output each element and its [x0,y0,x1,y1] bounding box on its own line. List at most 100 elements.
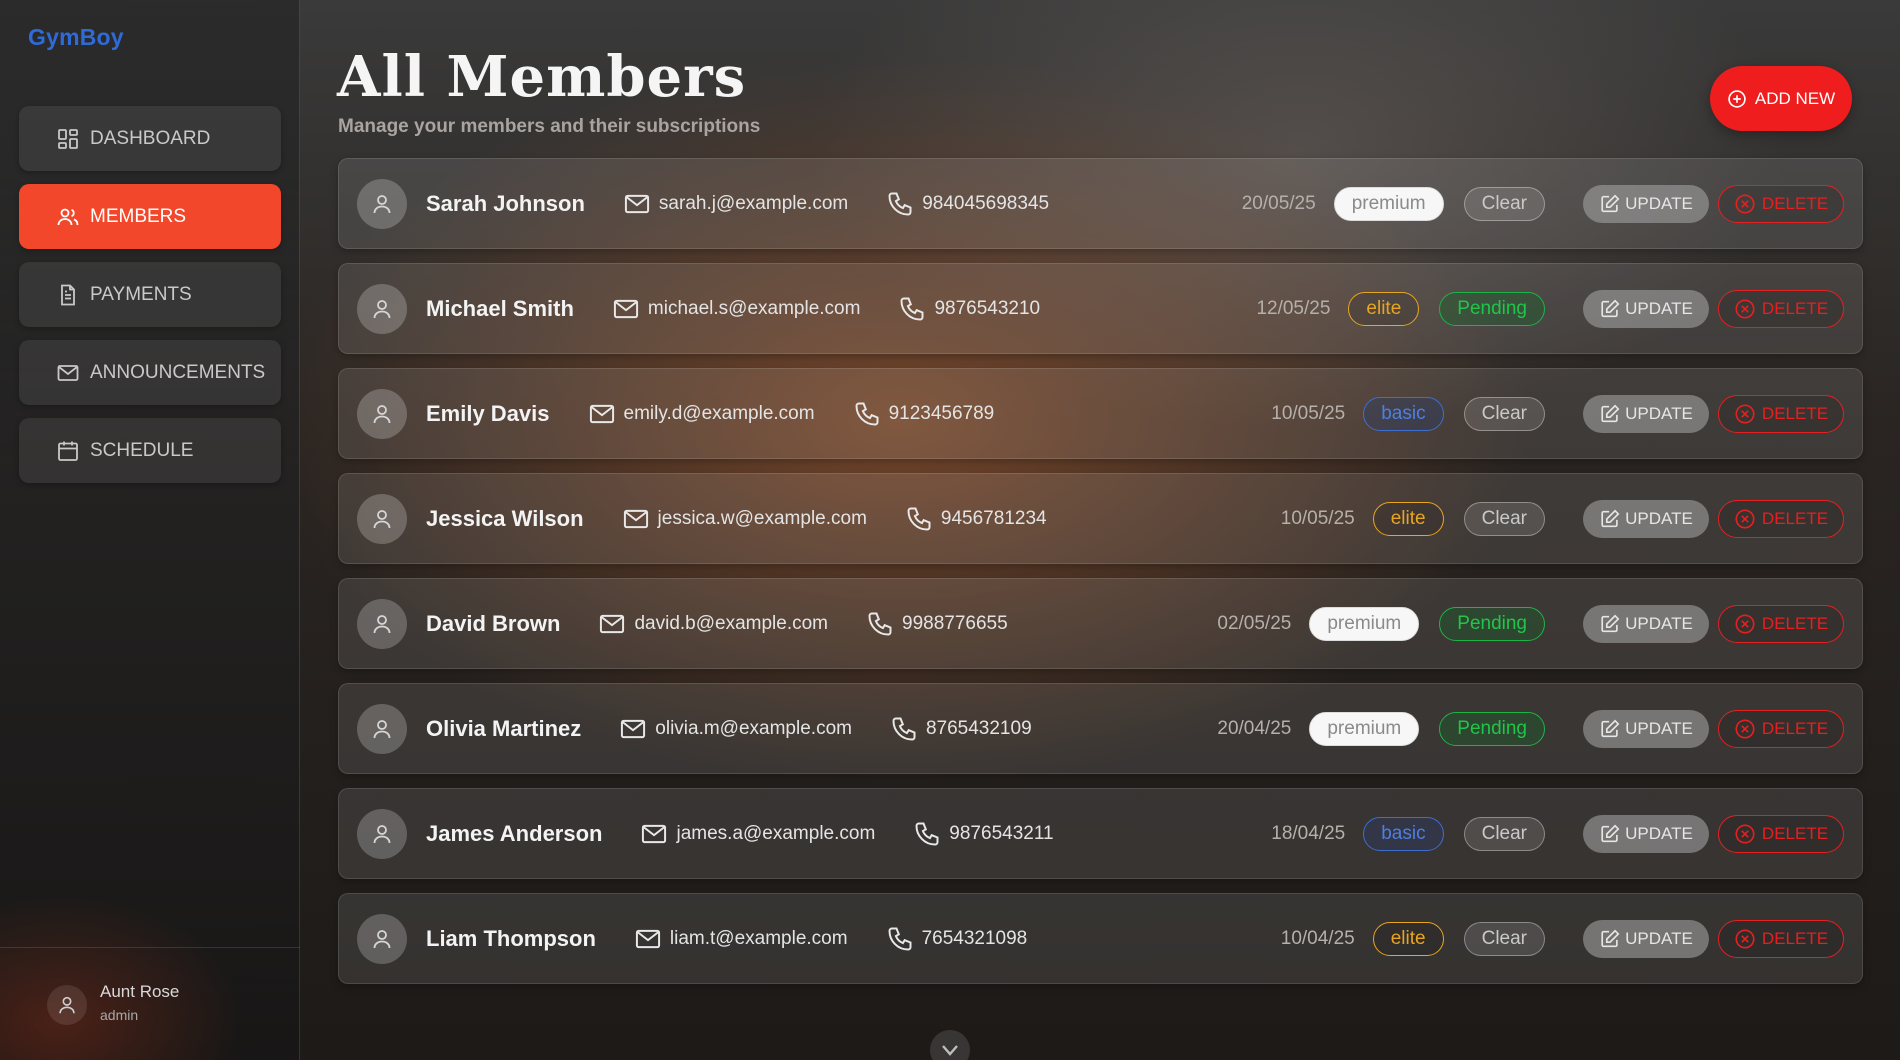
member-phone-text: 7654321098 [921,927,1028,949]
sidebar-item-dashboard[interactable]: DASHBOARD [19,106,281,171]
page-title: All Members [337,44,747,110]
payment-status-badge: Pending [1439,606,1545,641]
edit-icon [1599,613,1621,635]
update-label: UPDATE [1625,823,1693,843]
member-avatar [357,913,407,964]
member-info: James Anderson james.a@example.com 98765… [357,789,1054,878]
member-email[interactable]: liam.t@example.com [634,925,848,953]
member-phone[interactable]: 7654321098 [886,925,1028,953]
delete-button[interactable]: DELETE [1718,499,1844,538]
member-join-date: 10/05/25 [1280,507,1355,529]
delete-label: DELETE [1761,718,1829,738]
delete-button[interactable]: DELETE [1718,289,1844,328]
dashboard-icon [56,127,80,151]
delete-button[interactable]: DELETE [1718,919,1844,958]
add-new-button[interactable]: ADD NEW [1710,66,1852,131]
payment-status-badge: Pending [1439,711,1545,746]
member-phone[interactable]: 9123456789 [853,400,994,428]
member-phone-text: 9876543210 [934,297,1041,319]
sidebar-item-schedule[interactable]: SCHEDULE [19,418,281,483]
member-row[interactable]: Emily Davis emily.d@example.com 91234567… [338,368,1863,459]
brand-logo[interactable]: GymBoy [28,24,124,51]
member-email-text: jessica.w@example.com [657,507,867,529]
member-phone[interactable]: 8765432109 [890,715,1032,743]
sidebar-item-members[interactable]: MEMBERS [19,184,281,249]
member-phone[interactable]: 984045698345 [886,190,1049,218]
member-phone[interactable]: 9876543211 [913,820,1054,848]
update-button[interactable]: UPDATE [1583,184,1709,223]
edit-icon [1599,403,1621,425]
mail-icon [588,400,616,428]
user-profile[interactable]: Aunt Rose admin [0,947,300,1060]
update-button[interactable]: UPDATE [1583,604,1709,643]
update-button[interactable]: UPDATE [1583,709,1709,748]
update-button[interactable]: UPDATE [1583,919,1709,958]
member-email[interactable]: james.a@example.com [640,820,875,848]
member-info: David Brown david.b@example.com 99887766… [357,579,1008,668]
update-button[interactable]: UPDATE [1583,499,1709,538]
member-info: Sarah Johnson sarah.j@example.com 984045… [357,159,1049,248]
tier-badge: elite [1348,291,1420,326]
member-name: Olivia Martinez [426,715,582,741]
member-join-date: 18/04/25 [1271,822,1346,844]
users-icon [56,205,80,229]
user-icon [370,507,394,531]
member-phone[interactable]: 9876543210 [898,295,1040,323]
mail-icon [623,190,651,218]
sidebar-item-label: PAYMENTS [90,283,192,305]
member-phone[interactable]: 9456781234 [905,505,1047,533]
member-email[interactable]: sarah.j@example.com [623,190,848,218]
update-button[interactable]: UPDATE [1583,289,1709,328]
tier-badge: premium [1309,711,1420,746]
members-list: Sarah Johnson sarah.j@example.com 984045… [338,158,1863,998]
member-row[interactable]: Liam Thompson liam.t@example.com 7654321… [338,893,1863,984]
member-email[interactable]: jessica.w@example.com [622,505,867,533]
member-email[interactable]: emily.d@example.com [588,400,815,428]
member-email-text: michael.s@example.com [647,297,861,319]
update-label: UPDATE [1625,193,1693,213]
x-circle-icon [1734,508,1756,530]
member-row[interactable]: Sarah Johnson sarah.j@example.com 984045… [338,158,1863,249]
member-email-text: liam.t@example.com [669,927,848,949]
chevron-down-icon [942,1045,958,1056]
member-info: Emily Davis emily.d@example.com 91234567… [357,369,994,458]
member-meta: 20/04/25 premium Pending UPDATE DELETE [1217,684,1844,773]
mail-icon [640,820,668,848]
sidebar-item-payments[interactable]: PAYMENTS [19,262,281,327]
member-phone[interactable]: 9988776655 [866,610,1008,638]
member-row[interactable]: Olivia Martinez olivia.m@example.com 876… [338,683,1863,774]
delete-button[interactable]: DELETE [1718,709,1844,748]
edit-icon [1599,298,1621,320]
member-meta: 20/05/25 premium Clear UPDATE DELETE [1242,159,1844,248]
member-email[interactable]: michael.s@example.com [612,295,861,323]
page-subtitle: Manage your members and their subscripti… [338,116,761,137]
x-circle-icon [1734,928,1756,950]
member-name: James Anderson [426,820,603,846]
delete-button[interactable]: DELETE [1718,604,1844,643]
member-info: Olivia Martinez olivia.m@example.com 876… [357,684,1032,773]
member-row[interactable]: David Brown david.b@example.com 99887766… [338,578,1863,669]
member-join-date: 20/05/25 [1241,192,1316,214]
edit-icon [1599,508,1621,530]
member-email[interactable]: olivia.m@example.com [619,715,852,743]
member-row[interactable]: Jessica Wilson jessica.w@example.com 945… [338,473,1863,564]
delete-button[interactable]: DELETE [1718,184,1844,223]
x-circle-icon [1734,718,1756,740]
member-name: Michael Smith [426,295,574,321]
x-circle-icon [1734,613,1756,635]
sidebar-item-announcements[interactable]: ANNOUNCEMENTS [19,340,281,405]
mail-icon [619,715,647,743]
user-icon [370,927,394,951]
update-button[interactable]: UPDATE [1583,814,1709,853]
member-phone-text: 9876543211 [949,822,1054,844]
member-phone-text: 8765432109 [925,717,1032,739]
member-meta: 18/04/25 basic Clear UPDATE DELETE [1271,789,1844,878]
member-email-text: olivia.m@example.com [655,717,852,739]
delete-button[interactable]: DELETE [1718,814,1844,853]
member-row[interactable]: Michael Smith michael.s@example.com 9876… [338,263,1863,354]
member-email[interactable]: david.b@example.com [598,610,828,638]
sidebar-item-label: ANNOUNCEMENTS [90,361,266,383]
update-button[interactable]: UPDATE [1583,394,1709,433]
member-row[interactable]: James Anderson james.a@example.com 98765… [338,788,1863,879]
delete-button[interactable]: DELETE [1718,394,1844,433]
